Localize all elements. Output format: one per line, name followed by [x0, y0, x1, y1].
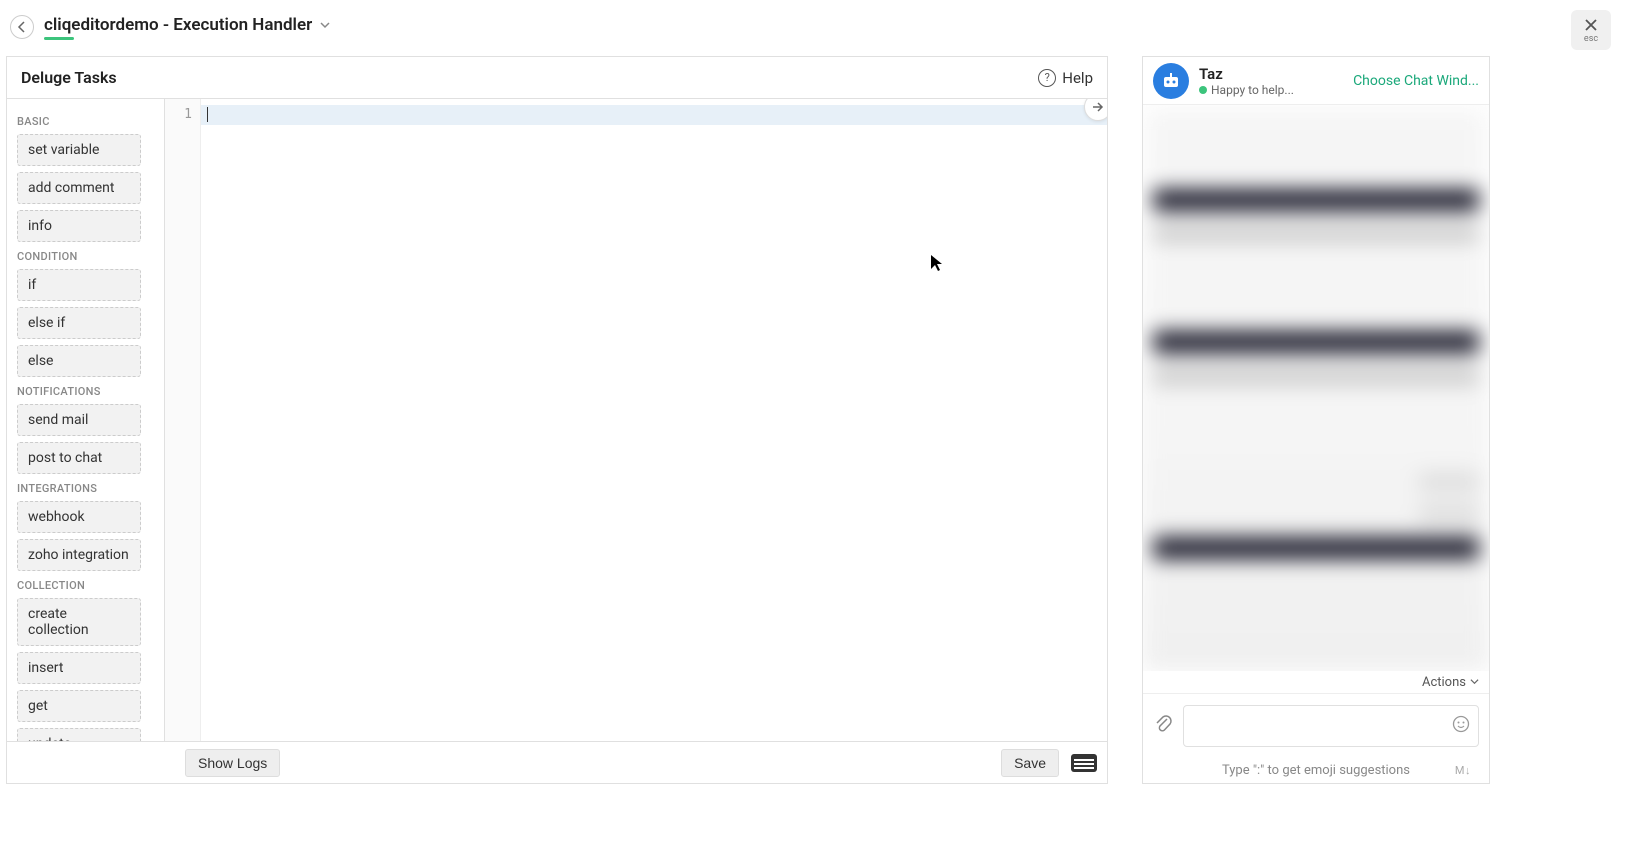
active-line-highlight [201, 105, 1107, 125]
task-item-else[interactable]: else [17, 345, 141, 377]
task-item-webhook[interactable]: webhook [17, 501, 141, 533]
close-button[interactable]: esc [1571, 10, 1611, 50]
help-icon: ? [1038, 69, 1056, 87]
status-dot-icon [1199, 86, 1207, 94]
line-number: 1 [165, 105, 200, 125]
topbar: cliqeditordemo - Execution Handler [0, 0, 1631, 54]
markdown-icon[interactable]: M↓ [1455, 764, 1471, 777]
page-title-text: cliqeditordemo - Execution Handler [44, 15, 312, 35]
chat-input-row [1143, 693, 1489, 757]
bot-avatar [1153, 63, 1189, 99]
section-label: NOTIFICATIONS [17, 385, 154, 398]
actions-label: Actions [1422, 675, 1466, 690]
editor-panel: Deluge Tasks ? Help BASIC set variable add… [6, 56, 1108, 784]
task-item-else-if[interactable]: else if [17, 307, 141, 339]
task-item-send-mail[interactable]: send mail [17, 404, 141, 436]
title-underline [44, 37, 74, 40]
arrow-right-icon [1091, 100, 1105, 114]
task-item-set-variable[interactable]: set variable [17, 134, 141, 166]
editor-footer: Show Logs Save [7, 741, 1107, 783]
chat-panel: Taz Happy to help... Choose Chat Wind...… [1142, 56, 1490, 784]
tasks-sidebar: BASIC set variable add comment info CONDITIO… [7, 99, 165, 741]
chat-actions-row[interactable]: Actions [1143, 671, 1489, 693]
chat-hint-row: Type ":" to get emoji suggestions M↓ [1143, 757, 1489, 783]
line-gutter: 1 [165, 99, 201, 741]
chevron-down-icon [1470, 675, 1479, 690]
code-editor-column: 1 [165, 99, 1107, 741]
attach-icon[interactable] [1153, 713, 1173, 739]
chat-bot-name: Taz [1199, 65, 1343, 83]
chat-status-text: Happy to help... [1211, 83, 1294, 97]
task-item-insert[interactable]: insert [17, 652, 141, 684]
robot-icon [1161, 71, 1181, 91]
page-title-wrap: cliqeditordemo - Execution Handler [44, 15, 330, 40]
page-title[interactable]: cliqeditordemo - Execution Handler [44, 15, 330, 35]
code-editor[interactable] [201, 99, 1107, 741]
chat-header: Taz Happy to help... Choose Chat Wind... [1143, 57, 1489, 105]
save-button[interactable]: Save [1001, 749, 1059, 777]
help-button[interactable]: ? Help [1038, 69, 1093, 87]
chat-status: Happy to help... [1199, 83, 1343, 97]
chat-messages[interactable] [1143, 105, 1489, 671]
editor-body: BASIC set variable add comment info CONDITIO… [7, 99, 1107, 741]
task-item-if[interactable]: if [17, 269, 141, 301]
show-logs-button[interactable]: Show Logs [185, 749, 280, 777]
emoji-icon[interactable] [1452, 715, 1470, 737]
section-label: INTEGRATIONS [17, 482, 154, 495]
task-item-info[interactable]: info [17, 210, 141, 242]
chat-hint-text: Type ":" to get emoji suggestions [1222, 763, 1410, 778]
task-item-create-collection[interactable]: create collection [17, 598, 141, 646]
close-hint: esc [1584, 34, 1598, 44]
section-label: BASIC [17, 115, 154, 128]
section-label: COLLECTION [17, 579, 154, 592]
task-item-post-to-chat[interactable]: post to chat [17, 442, 141, 474]
task-item-add-comment[interactable]: add comment [17, 172, 141, 204]
section-label: CONDITION [17, 250, 154, 263]
editor-header: Deluge Tasks ? Help [7, 57, 1107, 99]
close-icon [1583, 17, 1599, 33]
panel-title: Deluge Tasks [21, 68, 117, 87]
task-item-update[interactable]: update [17, 728, 141, 741]
chevron-down-icon [320, 15, 330, 35]
blurred-content [1143, 105, 1489, 671]
chat-input[interactable] [1183, 705, 1479, 747]
keyboard-icon[interactable] [1071, 754, 1097, 772]
help-label: Help [1062, 69, 1093, 87]
back-button[interactable] [10, 15, 34, 39]
choose-chat-window-link[interactable]: Choose Chat Wind... [1353, 73, 1479, 89]
text-cursor [207, 107, 208, 122]
task-item-get[interactable]: get [17, 690, 141, 722]
task-item-zoho-integration[interactable]: zoho integration [17, 539, 141, 571]
